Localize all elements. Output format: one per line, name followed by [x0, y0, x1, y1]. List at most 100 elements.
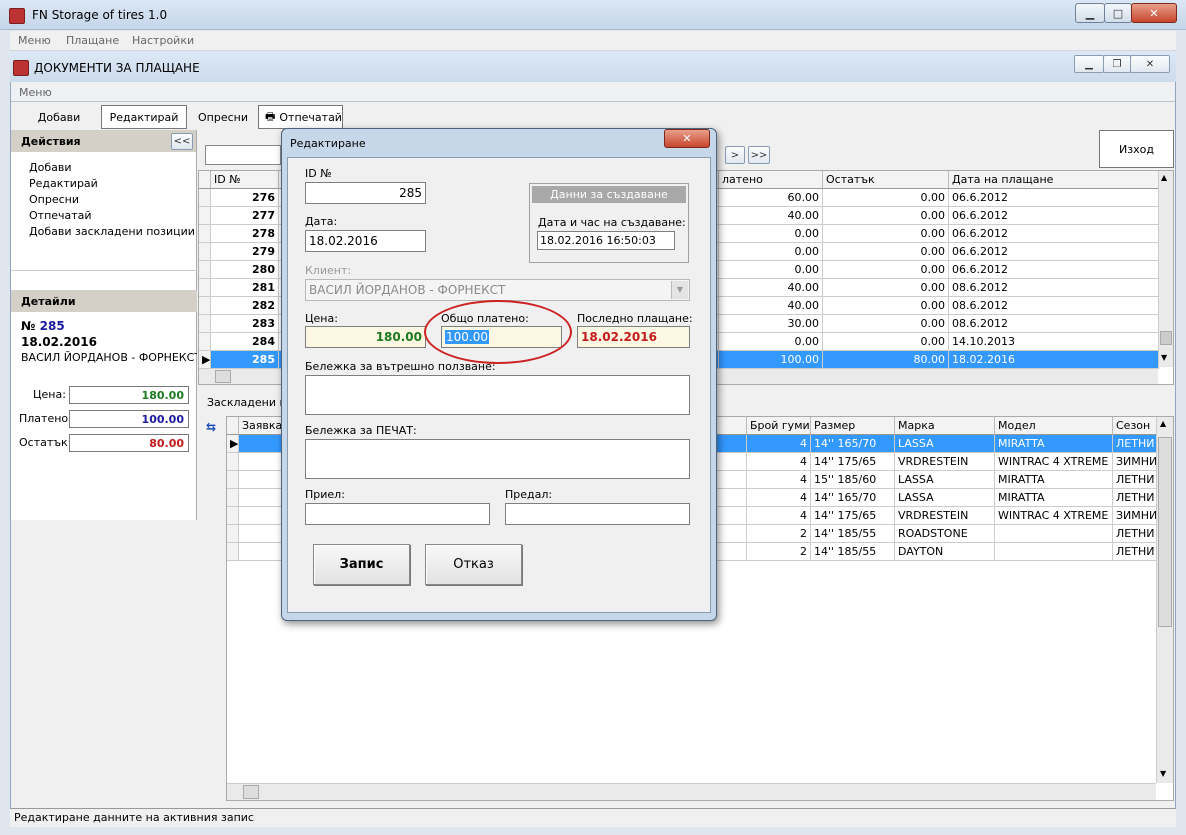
cell-id[interactable]: 285: [211, 351, 279, 369]
cell-season[interactable]: ЗИМНИ: [1113, 507, 1157, 525]
cancel-button[interactable]: Отказ: [425, 544, 522, 585]
cell-rest[interactable]: 0.00: [823, 225, 949, 243]
hscroll-thumb[interactable]: [215, 370, 231, 383]
cell-size[interactable]: 14'' 185/55: [811, 525, 895, 543]
cell-id[interactable]: 276: [211, 189, 279, 207]
maximize-icon[interactable]: □: [1104, 3, 1132, 23]
row-indicator[interactable]: [199, 207, 211, 225]
cell-id[interactable]: 281: [211, 279, 279, 297]
cell-brand[interactable]: ROADSTONE: [895, 525, 995, 543]
stored-grid-hscroll[interactable]: [227, 783, 1156, 800]
cell-size[interactable]: 14'' 185/55: [811, 543, 895, 561]
date-field[interactable]: 18.02.2016: [305, 230, 426, 252]
columns-icon[interactable]: ⇆: [206, 420, 216, 434]
cell-rest[interactable]: 0.00: [823, 279, 949, 297]
cell-model[interactable]: MIRATTA: [995, 489, 1113, 507]
cell-id[interactable]: 283: [211, 315, 279, 333]
col-size[interactable]: Размер: [811, 417, 895, 435]
row-indicator[interactable]: ▶: [199, 351, 211, 369]
cell-date[interactable]: 08.6.2012: [949, 279, 1159, 297]
window-restore-icon[interactable]: ❐: [1103, 55, 1131, 73]
cell-rest[interactable]: 0.00: [823, 297, 949, 315]
close-icon[interactable]: ✕: [1131, 3, 1177, 23]
cell-id[interactable]: 284: [211, 333, 279, 351]
cell-date[interactable]: 18.02.2016: [949, 351, 1159, 369]
row-indicator[interactable]: [227, 543, 239, 561]
cell-id[interactable]: 279: [211, 243, 279, 261]
window-menu-item[interactable]: Меню: [19, 86, 52, 99]
nav-next-button[interactable]: >: [725, 146, 745, 164]
cell-size[interactable]: 14'' 165/70: [811, 489, 895, 507]
row-indicator[interactable]: [227, 471, 239, 489]
row-indicator[interactable]: [227, 525, 239, 543]
cell-date[interactable]: 14.10.2013: [949, 333, 1159, 351]
cell-id[interactable]: 280: [211, 261, 279, 279]
cell-brand[interactable]: LASSA: [895, 471, 995, 489]
row-indicator[interactable]: [199, 333, 211, 351]
row-indicator[interactable]: [199, 225, 211, 243]
nav-last-button[interactable]: >>: [748, 146, 770, 164]
window-minimize-icon[interactable]: ▁: [1074, 55, 1104, 73]
cell-season[interactable]: ЗИМНИ: [1113, 453, 1157, 471]
cell-paid[interactable]: 0.00: [719, 261, 823, 279]
search-input[interactable]: [205, 145, 281, 165]
scroll-up-icon[interactable]: ▲: [1160, 419, 1166, 428]
row-indicator[interactable]: [199, 315, 211, 333]
cell-date[interactable]: 08.6.2012: [949, 297, 1159, 315]
exit-button[interactable]: Изход: [1099, 130, 1174, 168]
cell-rest[interactable]: 80.00: [823, 351, 949, 369]
cell-count[interactable]: 4: [747, 471, 811, 489]
col-rest[interactable]: Остатък: [823, 171, 949, 189]
cell-rest[interactable]: 0.00: [823, 333, 949, 351]
cell-paid[interactable]: 0.00: [719, 225, 823, 243]
cell-paid[interactable]: 30.00: [719, 315, 823, 333]
action-refresh[interactable]: Опресни: [29, 192, 196, 208]
action-print[interactable]: Отпечатай: [29, 208, 196, 224]
collapse-button[interactable]: <<: [171, 133, 193, 150]
cell-brand[interactable]: DAYTON: [895, 543, 995, 561]
client-select[interactable]: ВАСИЛ ЙОРДАНОВ - ФОРНЕКСТ: [305, 279, 690, 301]
handed-field[interactable]: [505, 503, 690, 525]
refresh-button[interactable]: Опресни: [190, 105, 256, 129]
cell-size[interactable]: 14'' 165/70: [811, 435, 895, 453]
cell-date[interactable]: 06.6.2012: [949, 207, 1159, 225]
cell-paid[interactable]: 40.00: [719, 297, 823, 315]
print-button[interactable]: 🖶 Отпечатай: [258, 105, 343, 129]
dialog-close-icon[interactable]: ✕: [664, 129, 710, 148]
action-add[interactable]: Добави: [29, 160, 196, 176]
chevron-down-icon[interactable]: ▼: [671, 281, 688, 299]
cell-size[interactable]: 15'' 185/60: [811, 471, 895, 489]
cell-model[interactable]: MIRATTA: [995, 435, 1113, 453]
scroll-up-icon[interactable]: ▲: [1161, 173, 1167, 182]
cell-date[interactable]: 06.6.2012: [949, 189, 1159, 207]
cell-brand[interactable]: LASSA: [895, 435, 995, 453]
menu-item[interactable]: Меню: [18, 34, 51, 47]
row-indicator[interactable]: [199, 243, 211, 261]
cell-date[interactable]: 06.6.2012: [949, 225, 1159, 243]
cell-rest[interactable]: 0.00: [823, 315, 949, 333]
cell-paid[interactable]: 0.00: [719, 243, 823, 261]
cell-rest[interactable]: 0.00: [823, 261, 949, 279]
cell-model[interactable]: WINTRAC 4 XTREME: [995, 507, 1113, 525]
cell-count[interactable]: 4: [747, 435, 811, 453]
row-indicator[interactable]: [227, 453, 239, 471]
cell-model[interactable]: [995, 543, 1113, 561]
cell-count[interactable]: 2: [747, 543, 811, 561]
id-field[interactable]: 285: [305, 182, 426, 204]
received-field[interactable]: [305, 503, 490, 525]
cell-rest[interactable]: 0.00: [823, 207, 949, 225]
cell-id[interactable]: 278: [211, 225, 279, 243]
row-indicator[interactable]: [199, 279, 211, 297]
cell-season[interactable]: ЛЕТНИ: [1113, 435, 1157, 453]
cell-model[interactable]: WINTRAC 4 XTREME: [995, 453, 1113, 471]
cell-paid[interactable]: 0.00: [719, 333, 823, 351]
scroll-down-icon[interactable]: ▼: [1161, 353, 1167, 362]
cell-date[interactable]: 06.6.2012: [949, 243, 1159, 261]
row-indicator[interactable]: [227, 507, 239, 525]
cell-count[interactable]: 4: [747, 453, 811, 471]
cell-season[interactable]: ЛЕТНИ: [1113, 471, 1157, 489]
action-edit[interactable]: Редактирай: [29, 176, 196, 192]
cell-id[interactable]: 277: [211, 207, 279, 225]
add-button[interactable]: Добави: [18, 105, 100, 129]
cell-date[interactable]: 06.6.2012: [949, 261, 1159, 279]
